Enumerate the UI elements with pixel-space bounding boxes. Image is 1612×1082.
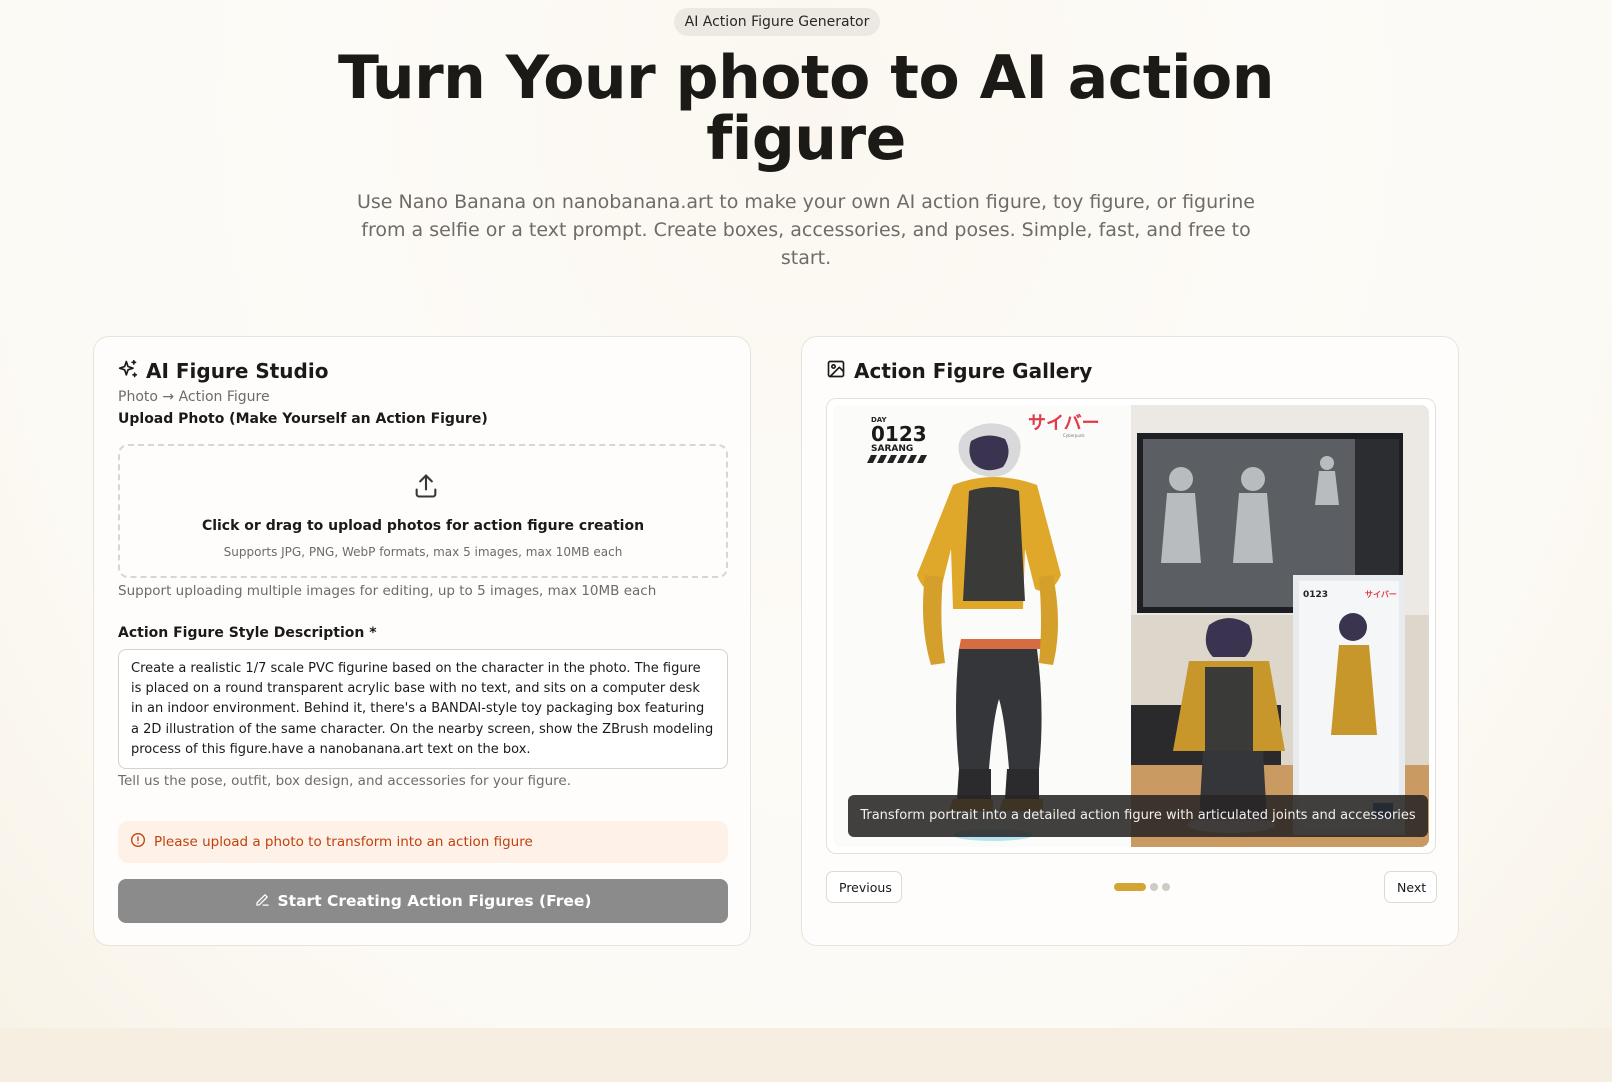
figure-katakana-sub: Cyberpunk <box>1063 433 1085 438</box>
svg-text:0123: 0123 <box>1303 590 1328 600</box>
error-alert: Please upload a photo to transform into … <box>118 821 728 863</box>
upload-dropzone[interactable]: Click or drag to upload photos for actio… <box>118 444 728 578</box>
gallery-image: DAY 0123 SARANG サイバー Cyberpunk 0123 サイバー… <box>833 405 1429 847</box>
figure-katakana: サイバー <box>1028 413 1100 434</box>
hero-badge: AI Action Figure Generator <box>674 8 880 36</box>
figure-name: SARANG <box>871 444 913 454</box>
studio-subtitle: Photo → Action Figure <box>118 389 270 405</box>
upload-title: Click or drag to upload photos for actio… <box>201 518 645 534</box>
prompt-label: Action Figure Style Description * <box>118 625 377 641</box>
upload-icon <box>412 472 440 504</box>
image-icon <box>826 359 846 383</box>
gallery-header: Action Figure Gallery <box>826 359 1092 383</box>
next-button[interactable]: Next <box>1384 871 1437 903</box>
upload-formats: Supports JPG, PNG, WebP formats, max 5 i… <box>223 545 623 559</box>
alert-circle-icon <box>130 832 146 852</box>
slide-dot-2[interactable] <box>1150 883 1158 891</box>
start-creating-label: Start Creating Action Figures (Free) <box>277 892 592 910</box>
prompt-textarea[interactable]: Create a realistic 1/7 scale PVC figurin… <box>118 649 728 769</box>
prompt-hint: Tell us the pose, outfit, box design, an… <box>118 773 572 789</box>
previous-button[interactable]: Previous <box>826 871 902 903</box>
gallery-card: Action Figure Gallery DAY 0123 SARANG サイ… <box>801 336 1459 946</box>
slide-dot-1[interactable] <box>1114 883 1146 891</box>
slide-indicators <box>1114 883 1170 891</box>
gallery-title: Action Figure Gallery <box>854 359 1093 383</box>
gallery-slide: DAY 0123 SARANG サイバー Cyberpunk 0123 サイバー… <box>826 398 1436 854</box>
pencil-icon <box>255 892 270 911</box>
svg-text:サイバー: サイバー <box>1365 590 1397 599</box>
start-creating-button[interactable]: Start Creating Action Figures (Free) <box>118 879 728 923</box>
hero-subtitle: Use Nano Banana on nanobanana.art to mak… <box>357 191 1255 269</box>
hero-title: Turn Your photo to AI action figure <box>338 43 1274 174</box>
footer-band <box>0 1028 1612 1082</box>
sparkles-icon <box>118 359 138 383</box>
studio-header: AI Figure Studio <box>118 359 328 383</box>
studio-title: AI Figure Studio <box>146 359 329 383</box>
alert-text: Please upload a photo to transform into … <box>154 834 533 850</box>
upload-hint: Support uploading multiple images for ed… <box>118 583 657 599</box>
figure-studio-card: AI Figure Studio Photo → Action Figure U… <box>93 336 751 946</box>
slide-dot-3[interactable] <box>1162 883 1170 891</box>
upload-label: Upload Photo (Make Yourself an Action Fi… <box>118 411 488 427</box>
figure-code: 0123 <box>871 422 927 446</box>
slide-caption: Transform portrait into a detailed actio… <box>848 795 1428 837</box>
